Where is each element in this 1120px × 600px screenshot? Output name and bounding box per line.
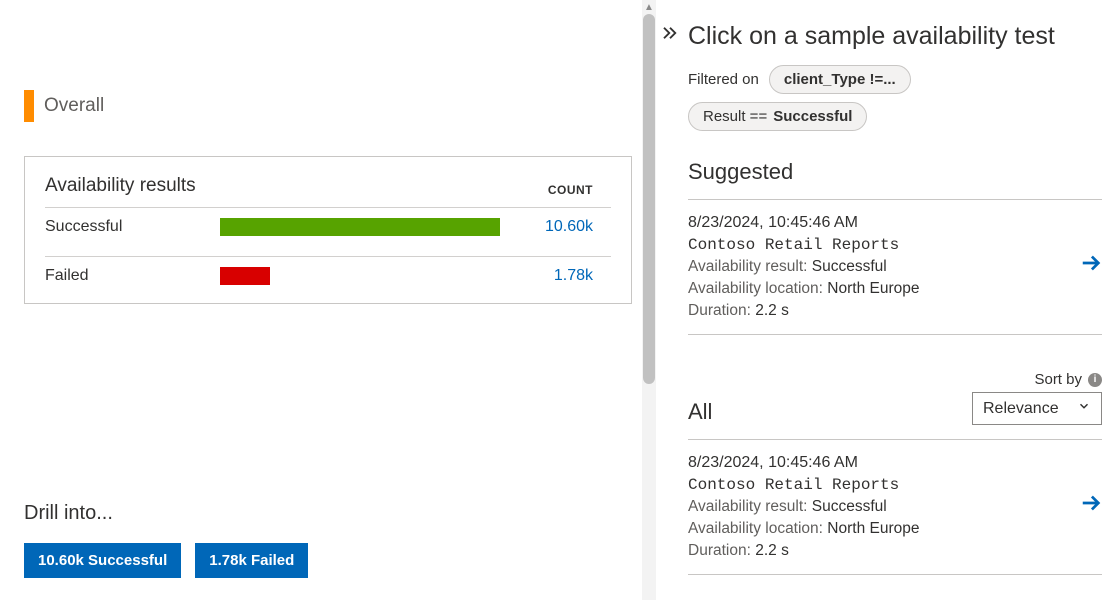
entry-timestamp: 8/23/2024, 10:45:46 AM (688, 454, 1096, 472)
scrollbar-thumb[interactable] (643, 14, 655, 384)
all-header: All (688, 399, 712, 425)
chevron-down-icon (1077, 399, 1091, 418)
entry-duration-val: 2.2 s (755, 542, 789, 559)
drill-failed-button[interactable]: 1.78k Failed (195, 543, 308, 578)
scrollbar-up-arrow-icon[interactable]: ▲ (642, 0, 656, 14)
row-count-successful[interactable]: 10.60k (545, 218, 611, 236)
row-count-failed[interactable]: 1.78k (554, 267, 611, 285)
entry-duration-val: 2.2 s (755, 302, 789, 319)
entry-name: Contoso Retail Reports (688, 476, 1096, 494)
chip-val: Successful (773, 108, 852, 125)
entry-name: Contoso Retail Reports (688, 236, 1096, 254)
sort-label: Sort by (1034, 371, 1082, 388)
entry-duration-key: Duration: (688, 542, 751, 559)
drill-title: Drill into... (24, 502, 308, 525)
table-row: Successful 10.60k (45, 207, 611, 246)
right-pane: Click on a sample availability test Filt… (684, 0, 1120, 600)
entry-result-key: Availability result: (688, 258, 807, 275)
chip-op: client_Type != (784, 71, 883, 88)
filter-label: Filtered on (688, 71, 759, 88)
entry-duration-key: Duration: (688, 302, 751, 319)
entry-location-key: Availability location: (688, 520, 823, 537)
card-header: Availability results COUNT (45, 175, 611, 197)
bar-failed (220, 267, 270, 285)
entry-result-val: Successful (812, 498, 887, 515)
drill-successful-button[interactable]: 10.60k Successful (24, 543, 181, 578)
pane-title: Click on a sample availability test (688, 22, 1102, 51)
row-label-successful: Successful (45, 218, 220, 236)
table-row: Failed 1.78k (45, 256, 611, 295)
filter-row: Filtered on client_Type != ... (688, 65, 1102, 94)
entry-timestamp: 8/23/2024, 10:45:46 AM (688, 214, 1096, 232)
entry-result-key: Availability result: (688, 498, 807, 515)
info-icon[interactable]: i (1088, 373, 1102, 387)
filter-chip-result[interactable]: Result == Successful (688, 102, 867, 131)
entry-result-val: Successful (812, 258, 887, 275)
bar-cell (220, 267, 510, 285)
arrow-right-icon[interactable] (1080, 252, 1102, 277)
chip-op: Result == (703, 108, 767, 125)
all-header-row: All Sort by i Relevance (688, 371, 1102, 425)
bar-successful (220, 218, 500, 236)
row-label-failed: Failed (45, 267, 220, 285)
card-title: Availability results (45, 175, 196, 197)
scrollbar-track[interactable]: ▲ (642, 0, 656, 600)
sort-value: Relevance (983, 400, 1059, 418)
bar-cell (220, 218, 510, 236)
arrow-right-icon[interactable] (1080, 492, 1102, 517)
sort-box: Sort by i Relevance (972, 371, 1102, 425)
all-entry[interactable]: 8/23/2024, 10:45:46 AM Contoso Retail Re… (688, 439, 1102, 575)
section-accent-bar (24, 90, 34, 122)
filter-chip-client-type[interactable]: client_Type != ... (769, 65, 911, 94)
count-column-header: COUNT (548, 183, 611, 197)
entry-location-val: North Europe (827, 520, 919, 537)
suggested-entry[interactable]: 8/23/2024, 10:45:46 AM Contoso Retail Re… (688, 199, 1102, 335)
chevron-double-right-icon (661, 24, 679, 600)
collapse-handle[interactable] (656, 0, 684, 600)
availability-results-card: Availability results COUNT Successful 10… (24, 156, 632, 304)
overall-header: Overall (24, 90, 632, 122)
drill-into-section: Drill into... 10.60k Successful 1.78k Fa… (24, 502, 308, 578)
section-title: Overall (44, 95, 104, 117)
chip-val: ... (883, 71, 896, 88)
entry-location-key: Availability location: (688, 280, 823, 297)
sort-select[interactable]: Relevance (972, 392, 1102, 425)
left-pane: Overall Availability results COUNT Succe… (0, 0, 656, 600)
suggested-header: Suggested (688, 159, 1102, 185)
entry-location-val: North Europe (827, 280, 919, 297)
